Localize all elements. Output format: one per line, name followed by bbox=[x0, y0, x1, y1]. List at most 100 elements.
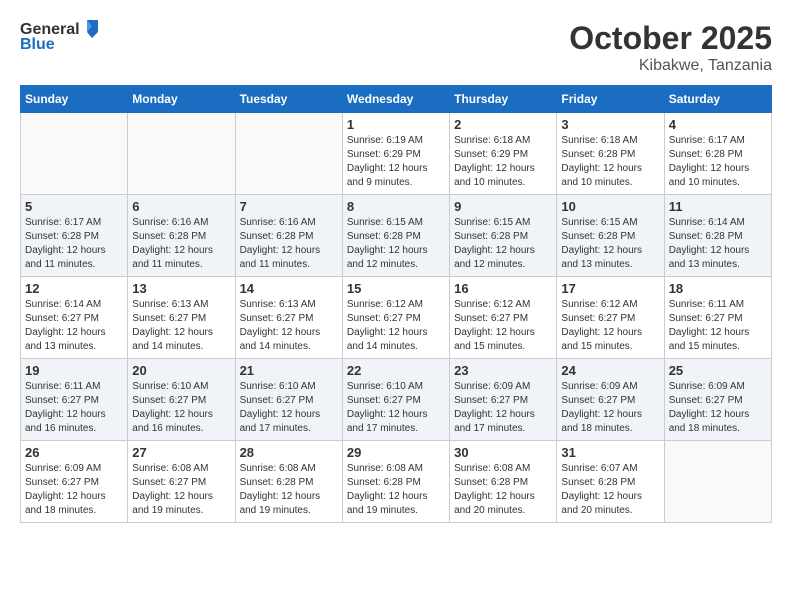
calendar-cell: 22 Sunrise: 6:10 AMSunset: 6:27 PMDayligh… bbox=[342, 359, 449, 441]
day-info: Sunrise: 6:15 AMSunset: 6:28 PMDaylight:… bbox=[561, 216, 659, 272]
day-number: 16 bbox=[454, 281, 552, 296]
day-info: Sunrise: 6:11 AMSunset: 6:27 PMDaylight:… bbox=[25, 380, 123, 436]
day-number: 12 bbox=[25, 281, 123, 296]
day-number: 18 bbox=[669, 281, 767, 296]
header: General Blue October 2025 Kibakwe, Tanza… bbox=[20, 20, 772, 75]
day-number: 20 bbox=[132, 363, 230, 378]
day-info: Sunrise: 6:18 AMSunset: 6:28 PMDaylight:… bbox=[561, 134, 659, 190]
day-number: 9 bbox=[454, 199, 552, 214]
calendar-cell: 23 Sunrise: 6:09 AMSunset: 6:27 PMDayligh… bbox=[450, 359, 557, 441]
day-info: Sunrise: 6:17 AMSunset: 6:28 PMDaylight:… bbox=[669, 134, 767, 190]
day-number: 31 bbox=[561, 445, 659, 460]
calendar-cell: 17 Sunrise: 6:12 AMSunset: 6:27 PMDayligh… bbox=[557, 277, 664, 359]
calendar-cell: 7 Sunrise: 6:16 AMSunset: 6:28 PMDaylight… bbox=[235, 195, 342, 277]
day-info: Sunrise: 6:12 AMSunset: 6:27 PMDaylight:… bbox=[454, 298, 552, 354]
logo: General Blue bbox=[20, 20, 100, 54]
weekday-header-row: Sunday Monday Tuesday Wednesday Thursday… bbox=[21, 86, 772, 113]
calendar-cell: 27Sunrise: 6:08 AMSunset: 6:27 PMDayligh… bbox=[128, 441, 235, 523]
header-sunday: Sunday bbox=[21, 86, 128, 113]
page: General Blue October 2025 Kibakwe, Tanza… bbox=[0, 0, 792, 612]
calendar-week-row: 26 Sunrise: 6:09 AMSunset: 6:27 PMDayligh… bbox=[21, 441, 772, 523]
day-info: Sunrise: 6:18 AMSunset: 6:29 PMDaylight:… bbox=[454, 134, 552, 190]
day-info: Sunrise: 6:14 AMSunset: 6:28 PMDaylight:… bbox=[669, 216, 767, 272]
day-info: Sunrise: 6:10 AMSunset: 6:27 PMDaylight:… bbox=[347, 380, 445, 436]
day-info: Sunrise: 6:15 AMSunset: 6:28 PMDaylight:… bbox=[347, 216, 445, 272]
calendar-cell: 16 Sunrise: 6:12 AMSunset: 6:27 PMDayligh… bbox=[450, 277, 557, 359]
day-info: Sunrise: 6:11 AMSunset: 6:27 PMDaylight:… bbox=[669, 298, 767, 354]
day-info: Sunrise: 6:09 AMSunset: 6:27 PMDaylight:… bbox=[669, 380, 767, 436]
calendar-cell: 10 Sunrise: 6:15 AMSunset: 6:28 PMDayligh… bbox=[557, 195, 664, 277]
day-number: 6 bbox=[132, 199, 230, 214]
day-info: Sunrise: 6:14 AMSunset: 6:27 PMDaylight:… bbox=[25, 298, 123, 354]
day-info: Sunrise: 6:13 AMSunset: 6:27 PMDaylight:… bbox=[132, 298, 230, 354]
day-info: Sunrise: 6:08 AMSunset: 6:28 PMDaylight:… bbox=[240, 462, 338, 518]
header-thursday: Thursday bbox=[450, 86, 557, 113]
day-info: Sunrise: 6:07 AMSunset: 6:28 PMDaylight:… bbox=[561, 462, 659, 518]
calendar-cell: 1 Sunrise: 6:19 AMSunset: 6:29 PMDaylight… bbox=[342, 113, 449, 195]
day-number: 15 bbox=[347, 281, 445, 296]
calendar-cell: 31 Sunrise: 6:07 AMSunset: 6:28 PMDayligh… bbox=[557, 441, 664, 523]
calendar-cell bbox=[664, 441, 771, 523]
day-number: 8 bbox=[347, 199, 445, 214]
day-number: 30 bbox=[454, 445, 552, 460]
calendar-cell: 26 Sunrise: 6:09 AMSunset: 6:27 PMDayligh… bbox=[21, 441, 128, 523]
calendar-cell: 30 Sunrise: 6:08 AMSunset: 6:28 PMDayligh… bbox=[450, 441, 557, 523]
day-number: 17 bbox=[561, 281, 659, 296]
day-number: 28 bbox=[240, 445, 338, 460]
day-info: Sunrise: 6:09 AMSunset: 6:27 PMDaylight:… bbox=[561, 380, 659, 436]
day-number: 14 bbox=[240, 281, 338, 296]
calendar-cell: 2 Sunrise: 6:18 AMSunset: 6:29 PMDaylight… bbox=[450, 113, 557, 195]
day-number: 13 bbox=[132, 281, 230, 296]
calendar-week-row: 12 Sunrise: 6:14 AMSunset: 6:27 PMDayligh… bbox=[21, 277, 772, 359]
calendar-cell: 18 Sunrise: 6:11 AMSunset: 6:27 PMDayligh… bbox=[664, 277, 771, 359]
day-info: Sunrise: 6:10 AMSunset: 6:27 PMDaylight:… bbox=[240, 380, 338, 436]
day-info: Sunrise: 6:16 AMSunset: 6:28 PMDaylight:… bbox=[132, 216, 230, 272]
calendar-cell: 14Sunrise: 6:13 AMSunset: 6:27 PMDayligh… bbox=[235, 277, 342, 359]
day-info: Sunrise: 6:09 AMSunset: 6:27 PMDaylight:… bbox=[25, 462, 123, 518]
day-number: 26 bbox=[25, 445, 123, 460]
calendar-cell: 15Sunrise: 6:12 AMSunset: 6:27 PMDayligh… bbox=[342, 277, 449, 359]
calendar-week-row: 19 Sunrise: 6:11 AMSunset: 6:27 PMDayligh… bbox=[21, 359, 772, 441]
day-info: Sunrise: 6:09 AMSunset: 6:27 PMDaylight:… bbox=[454, 380, 552, 436]
day-number: 24 bbox=[561, 363, 659, 378]
header-tuesday: Tuesday bbox=[235, 86, 342, 113]
calendar-cell: 5Sunrise: 6:17 AMSunset: 6:28 PMDaylight… bbox=[21, 195, 128, 277]
day-info: Sunrise: 6:15 AMSunset: 6:28 PMDaylight:… bbox=[454, 216, 552, 272]
calendar-cell bbox=[128, 113, 235, 195]
calendar-cell: 20Sunrise: 6:10 AMSunset: 6:27 PMDayligh… bbox=[128, 359, 235, 441]
day-number: 19 bbox=[25, 363, 123, 378]
day-number: 21 bbox=[240, 363, 338, 378]
day-number: 22 bbox=[347, 363, 445, 378]
logo-blue: Blue bbox=[20, 36, 55, 54]
calendar-cell: 9 Sunrise: 6:15 AMSunset: 6:28 PMDaylight… bbox=[450, 195, 557, 277]
day-info: Sunrise: 6:08 AMSunset: 6:27 PMDaylight:… bbox=[132, 462, 230, 518]
day-info: Sunrise: 6:12 AMSunset: 6:27 PMDaylight:… bbox=[561, 298, 659, 354]
header-friday: Friday bbox=[557, 86, 664, 113]
header-wednesday: Wednesday bbox=[342, 86, 449, 113]
day-info: Sunrise: 6:19 AMSunset: 6:29 PMDaylight:… bbox=[347, 134, 445, 190]
day-number: 1 bbox=[347, 117, 445, 132]
day-number: 7 bbox=[240, 199, 338, 214]
day-number: 29 bbox=[347, 445, 445, 460]
calendar-cell: 19 Sunrise: 6:11 AMSunset: 6:27 PMDayligh… bbox=[21, 359, 128, 441]
day-number: 5 bbox=[25, 199, 123, 214]
calendar-cell: 13 Sunrise: 6:13 AMSunset: 6:27 PMDayligh… bbox=[128, 277, 235, 359]
day-number: 2 bbox=[454, 117, 552, 132]
day-info: Sunrise: 6:08 AMSunset: 6:28 PMDaylight:… bbox=[454, 462, 552, 518]
day-number: 23 bbox=[454, 363, 552, 378]
calendar-cell: 28 Sunrise: 6:08 AMSunset: 6:28 PMDayligh… bbox=[235, 441, 342, 523]
calendar-cell: 21 Sunrise: 6:10 AMSunset: 6:27 PMDayligh… bbox=[235, 359, 342, 441]
calendar-cell: 12 Sunrise: 6:14 AMSunset: 6:27 PMDayligh… bbox=[21, 277, 128, 359]
calendar-cell: 29Sunrise: 6:08 AMSunset: 6:28 PMDayligh… bbox=[342, 441, 449, 523]
title-section: October 2025 Kibakwe, Tanzania bbox=[569, 20, 772, 75]
day-number: 10 bbox=[561, 199, 659, 214]
calendar-cell: 6 Sunrise: 6:16 AMSunset: 6:28 PMDaylight… bbox=[128, 195, 235, 277]
day-number: 25 bbox=[669, 363, 767, 378]
calendar-week-row: 1 Sunrise: 6:19 AMSunset: 6:29 PMDaylight… bbox=[21, 113, 772, 195]
day-number: 4 bbox=[669, 117, 767, 132]
calendar-cell bbox=[235, 113, 342, 195]
day-info: Sunrise: 6:16 AMSunset: 6:28 PMDaylight:… bbox=[240, 216, 338, 272]
month-title: October 2025 bbox=[569, 20, 772, 57]
location-title: Kibakwe, Tanzania bbox=[569, 57, 772, 75]
calendar-cell: 3Sunrise: 6:18 AMSunset: 6:28 PMDaylight… bbox=[557, 113, 664, 195]
